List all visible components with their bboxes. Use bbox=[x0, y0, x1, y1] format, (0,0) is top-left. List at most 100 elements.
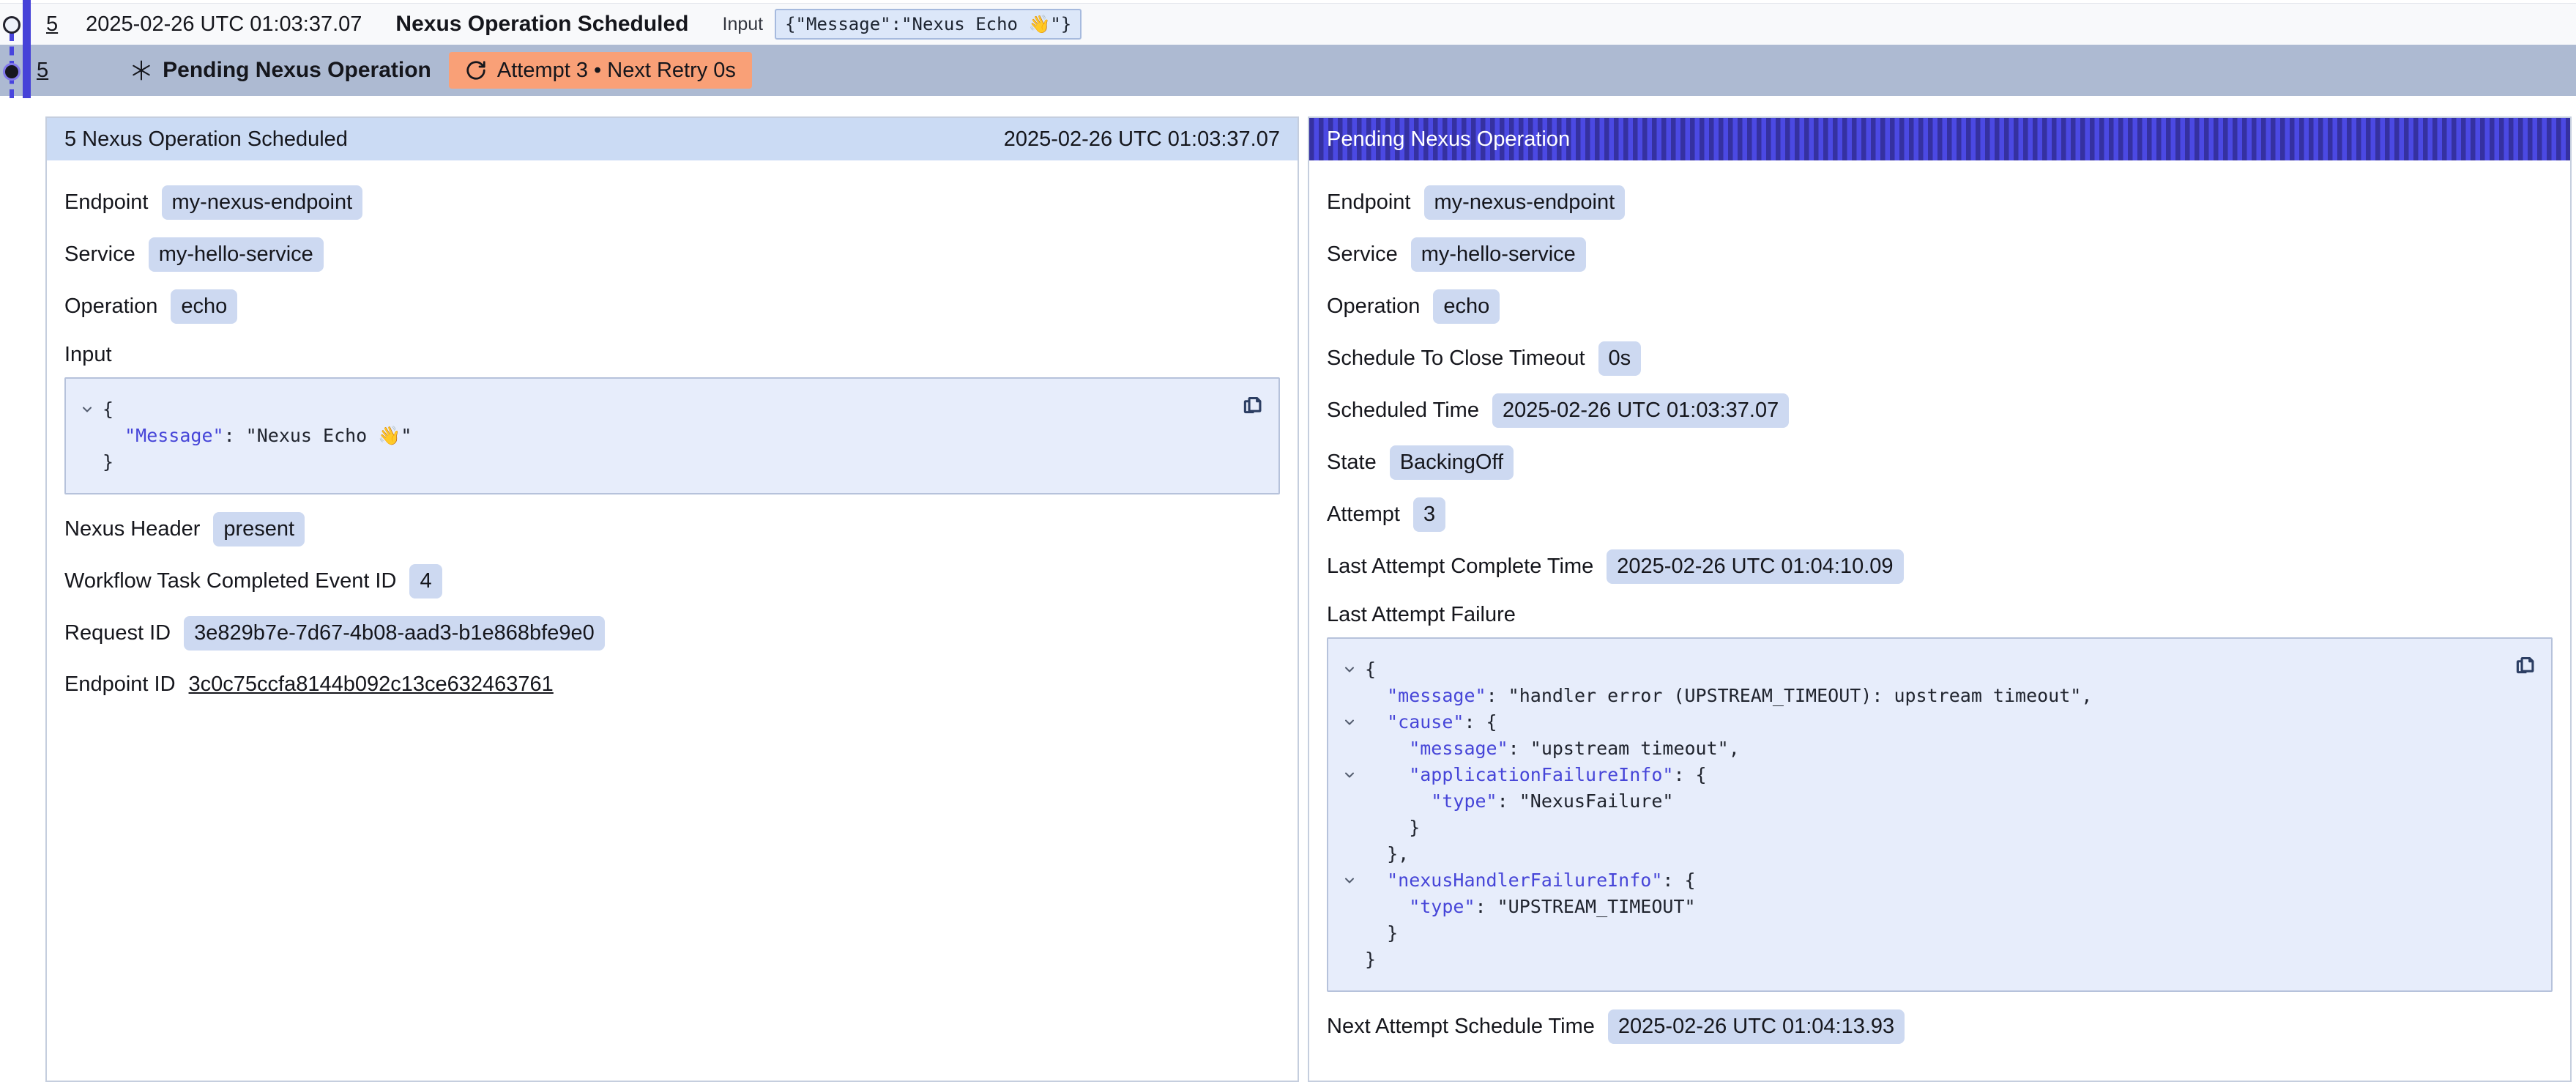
code-line: "type": "UPSTREAM_TIMEOUT" bbox=[1334, 894, 2500, 920]
input-code-lines: {"Message": "Nexus Echo 👋"} bbox=[72, 396, 1227, 475]
field-row-operation: Operation echo bbox=[1327, 289, 2553, 324]
field-label: Operation bbox=[64, 294, 157, 319]
event-row-pending-selected[interactable]: 5 Pending Nexus Operation Attempt 3 • Ne… bbox=[0, 45, 2576, 96]
field-value-link[interactable]: 3c0c75ccfa8144b092c13ce632463761 bbox=[189, 672, 554, 697]
field-label: Scheduled Time bbox=[1327, 399, 1479, 423]
copy-button[interactable] bbox=[1237, 389, 1268, 420]
json-key: "type" bbox=[1409, 896, 1475, 917]
code-line: "type": "NexusFailure" bbox=[1334, 788, 2500, 815]
input-preview-chip: {"Message":"Nexus Echo 👋"} bbox=[775, 9, 1082, 40]
field-value-badge: BackingOff bbox=[1390, 445, 1514, 480]
code-line: "Message": "Nexus Echo 👋" bbox=[72, 423, 1227, 449]
event-row-scheduled[interactable]: 5 2025-02-26 UTC 01:03:37.07 Nexus Opera… bbox=[0, 3, 2576, 45]
input-label: Input bbox=[723, 14, 764, 35]
field-row-endpoint: Endpoint my-nexus-endpoint bbox=[1327, 185, 2553, 220]
panel-timestamp: 2025-02-26 UTC 01:03:37.07 bbox=[1004, 127, 1280, 152]
pending-operation-title: Pending Nexus Operation bbox=[163, 58, 431, 83]
copy-button[interactable] bbox=[2510, 649, 2541, 680]
field-row-service: Servicemy-hello-service bbox=[1327, 237, 2553, 272]
json-text: } bbox=[103, 451, 113, 473]
code-gutter bbox=[1334, 841, 1365, 847]
retry-icon bbox=[465, 59, 487, 81]
json-key: "type" bbox=[1431, 790, 1497, 812]
pending-panel-header: Pending Nexus Operation bbox=[1309, 118, 2570, 160]
field-row-next-attempt-schedule-time: Next Attempt Schedule Time2025-02-26 UTC… bbox=[1327, 1009, 2553, 1044]
field-value-badge: 3 bbox=[1413, 497, 1445, 532]
field-label: Service bbox=[64, 242, 135, 267]
code-gutter bbox=[72, 449, 103, 455]
json-text: : "UPSTREAM_TIMEOUT" bbox=[1475, 896, 1696, 917]
collapse-chevron-icon[interactable] bbox=[1334, 656, 1365, 677]
fields-top: Endpoint my-nexus-endpoint Servicemy-hello… bbox=[1327, 185, 2553, 584]
field-value-badge: present bbox=[213, 512, 305, 546]
code-line: "message": "upstream timeout", bbox=[1334, 735, 2500, 762]
field-row-endpoint-id: Endpoint ID 3c0c75ccfa8144b092c13ce632463… bbox=[64, 668, 1280, 700]
failure-section-label: Last Attempt Failure bbox=[1327, 603, 2553, 627]
field-label: Last Attempt Complete Time bbox=[1327, 555, 1593, 579]
code-gutter bbox=[1334, 815, 1365, 820]
field-row-schedule-to-close-timeout: Schedule To Close Timeout0s bbox=[1327, 341, 2553, 376]
event-id-link[interactable]: 5 bbox=[46, 12, 58, 37]
field-row-state: StateBackingOff bbox=[1327, 445, 2553, 480]
field-value-badge: 2025-02-26 UTC 01:03:37.07 bbox=[1492, 393, 1789, 428]
collapse-chevron-icon[interactable] bbox=[1334, 867, 1365, 888]
timeline-marker-filled[interactable] bbox=[3, 63, 21, 81]
timeline-marker-open[interactable] bbox=[3, 16, 21, 34]
field-label: Nexus Header bbox=[64, 517, 200, 541]
collapse-chevron-icon[interactable] bbox=[72, 396, 103, 417]
code-gutter bbox=[72, 423, 103, 429]
json-key: "cause" bbox=[1387, 711, 1464, 733]
input-code-block: {"Message": "Nexus Echo 👋"} bbox=[64, 377, 1280, 494]
code-line: } bbox=[1334, 946, 2500, 973]
field-label: Attempt bbox=[1327, 503, 1400, 527]
field-row-attempt: Attempt 3 bbox=[1327, 497, 2553, 532]
code-line: } bbox=[1334, 815, 2500, 841]
code-line: } bbox=[1334, 920, 2500, 946]
field-value-badge: my-nexus-endpoint bbox=[162, 185, 363, 220]
scheduled-event-panel: 5 Nexus Operation Scheduled 2025-02-26 U… bbox=[45, 116, 1299, 1082]
field-label: Request ID bbox=[64, 621, 171, 645]
field-label: Operation bbox=[1327, 294, 1420, 319]
field-value-badge: 2025-02-26 UTC 01:04:10.09 bbox=[1607, 549, 1903, 584]
json-text: : { bbox=[1464, 711, 1497, 733]
json-key: "nexusHandlerFailureInfo" bbox=[1387, 870, 1662, 891]
field-row-nexus-header: Nexus Header present bbox=[64, 512, 1280, 546]
attempt-badge-label: Attempt 3 • Next Retry 0s bbox=[497, 59, 736, 83]
field-label: Endpoint ID bbox=[64, 672, 176, 697]
copy-icon bbox=[2513, 652, 2538, 677]
fields-top: Endpoint my-nexus-endpoint Service my-hello… bbox=[64, 185, 1280, 324]
code-line: "applicationFailureInfo": { bbox=[1334, 762, 2500, 788]
attempt-retry-badge: Attempt 3 • Next Retry 0s bbox=[449, 52, 752, 89]
failure-code-block: {"message": "handler error (UPSTREAM_TIM… bbox=[1327, 637, 2553, 992]
event-title: Nexus Operation Scheduled bbox=[395, 12, 688, 37]
field-value-badge: 3e829b7e-7d67-4b08-aad3-b1e868bfe9e0 bbox=[184, 616, 605, 651]
field-value-badge: my-nexus-endpoint bbox=[1424, 185, 1626, 220]
code-gutter bbox=[1334, 735, 1365, 741]
field-value-badge: echo bbox=[1433, 289, 1500, 324]
field-label: Next Attempt Schedule Time bbox=[1327, 1015, 1595, 1039]
panel-title: 5 Nexus Operation Scheduled bbox=[64, 127, 348, 152]
field-label: Workflow Task Completed Event ID bbox=[64, 569, 396, 593]
field-row-scheduled-time: Scheduled Time 2025-02-26 UTC 01:03:37.07 bbox=[1327, 393, 2553, 428]
json-key: "applicationFailureInfo" bbox=[1409, 764, 1673, 785]
json-text: } bbox=[1409, 817, 1420, 838]
collapse-chevron-icon[interactable] bbox=[1334, 762, 1365, 782]
collapse-chevron-icon[interactable] bbox=[1334, 709, 1365, 730]
json-key: "Message" bbox=[124, 425, 223, 446]
event-detail-panels: 5 Nexus Operation Scheduled 2025-02-26 U… bbox=[45, 116, 2572, 1082]
field-row-endpoint: Endpoint my-nexus-endpoint bbox=[64, 185, 1280, 220]
json-text: : { bbox=[1673, 764, 1706, 785]
fields-bottom: Nexus Header present Workflow Task Complet… bbox=[64, 512, 1280, 700]
scheduled-panel-body: Endpoint my-nexus-endpoint Service my-hello… bbox=[47, 160, 1298, 737]
code-line: "cause": { bbox=[1334, 709, 2500, 735]
json-key: "message" bbox=[1409, 738, 1508, 759]
field-label: Endpoint bbox=[64, 190, 149, 215]
json-key: "message" bbox=[1387, 685, 1486, 706]
code-line: "nexusHandlerFailureInfo": { bbox=[1334, 867, 2500, 894]
field-label: Endpoint bbox=[1327, 190, 1411, 215]
field-row-request-id: Request ID 3e829b7e-7d67-4b08-aad3-b1e868… bbox=[64, 616, 1280, 651]
code-line: } bbox=[72, 449, 1227, 475]
json-text: { bbox=[1365, 659, 1376, 680]
field-value-badge: my-hello-service bbox=[149, 237, 324, 272]
failure-code-lines: {"message": "handler error (UPSTREAM_TIM… bbox=[1334, 656, 2500, 973]
